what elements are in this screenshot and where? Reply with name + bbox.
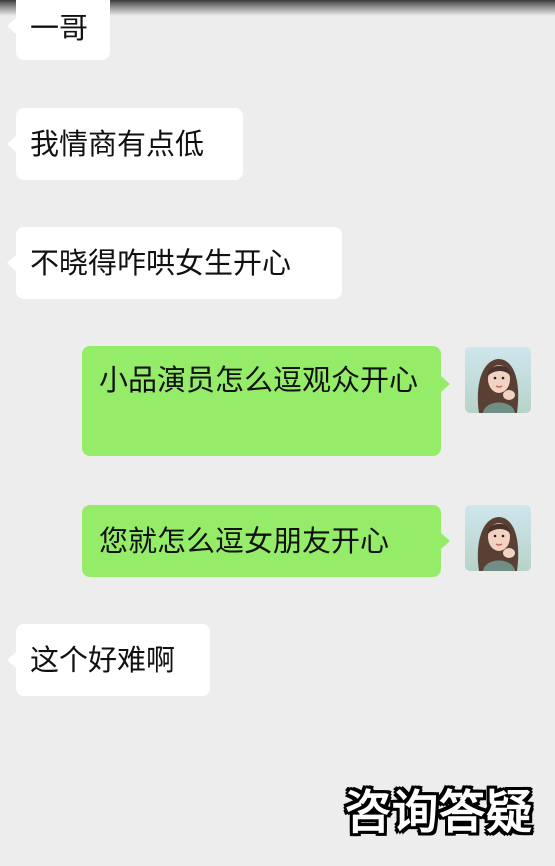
message-bubble-received[interactable]: 一哥	[16, 0, 110, 60]
bubble-tail	[7, 136, 16, 152]
bubble-tail	[441, 376, 450, 392]
message-bubble-received[interactable]: 不晓得咋哄女生开心	[16, 227, 342, 299]
bubble-tail	[7, 255, 16, 271]
user-avatar[interactable]	[465, 347, 531, 413]
user-avatar[interactable]	[465, 505, 531, 571]
watermark-text: 咨询答疑	[345, 785, 533, 839]
avatar-illustration-icon	[465, 505, 531, 571]
bubble-tail	[7, 652, 16, 668]
avatar-illustration-icon	[465, 347, 531, 413]
message-bubble-sent[interactable]: 小品演员怎么逗观众开心	[82, 346, 441, 456]
message-bubble-sent[interactable]: 您就怎么逗女朋友开心	[82, 505, 441, 577]
message-bubble-received[interactable]: 我情商有点低	[16, 108, 243, 180]
bubble-tail	[441, 533, 450, 549]
message-bubble-received[interactable]: 这个好难啊	[16, 624, 210, 696]
bubble-tail	[7, 18, 16, 34]
